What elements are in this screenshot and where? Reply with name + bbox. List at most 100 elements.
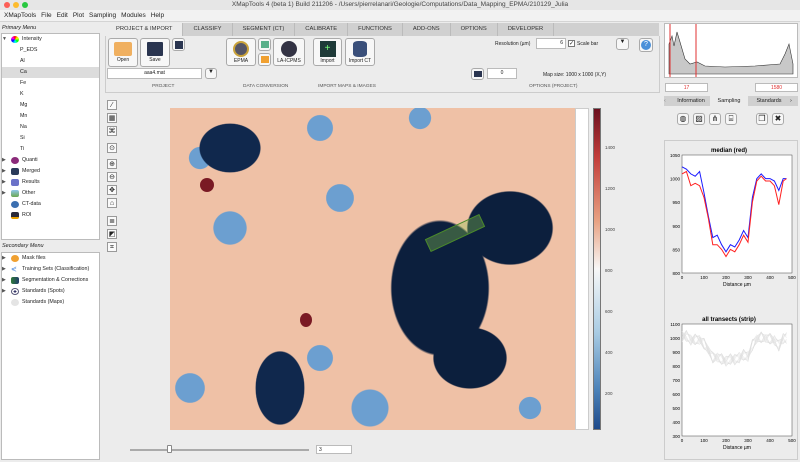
project-dropdown-button[interactable]: ▼ [205, 68, 217, 79]
image-button[interactable] [471, 68, 484, 80]
tab-calibrate[interactable]: CALIBRATE [295, 23, 349, 36]
counter-field[interactable]: 0 [487, 68, 517, 79]
tab-developer[interactable]: DEVELOPER [498, 23, 555, 36]
tab-options[interactable]: OPTIONS [451, 23, 498, 36]
intensity-map[interactable] [170, 108, 575, 430]
tab-standards[interactable]: Standards [748, 96, 790, 106]
location-pin-tool[interactable]: ⊙ [107, 143, 117, 153]
window-button[interactable]: ❐ [756, 113, 768, 125]
options-dropdown-button[interactable]: ▼ [616, 38, 629, 50]
zoom-out-tool[interactable]: ⊖ [107, 172, 117, 182]
help-button[interactable]: ? [639, 38, 653, 52]
tab-project-import[interactable]: PROJECT & IMPORT [106, 23, 184, 36]
tab-scroll-right[interactable]: › [790, 96, 798, 106]
histogram[interactable] [664, 23, 798, 78]
close-window-button[interactable] [4, 2, 10, 8]
maximize-window-button[interactable] [22, 2, 28, 8]
strip-sample-button[interactable]: ⌸ [725, 113, 737, 125]
la-icpms-button[interactable]: LA-ICPMS [273, 38, 305, 66]
slider-value-field[interactable]: 3 [316, 445, 352, 454]
import-button[interactable]: + Import [313, 38, 342, 66]
plot-title: all transects (strip) [702, 317, 756, 323]
tree-element-al[interactable]: Al [2, 56, 99, 67]
grid-select-tool[interactable]: ⌘ [107, 126, 117, 136]
save-button[interactable]: Save [140, 38, 170, 67]
transect-strip[interactable] [424, 213, 486, 253]
tree-training-sets[interactable]: ▶ ⋞ Training Sets (Classification) [2, 264, 99, 275]
circle-sample-button[interactable]: ◍ [677, 113, 689, 125]
histogram-min-field[interactable]: 17 [665, 83, 708, 92]
tree-element-p-eds[interactable]: P_EDS [2, 45, 99, 56]
right-tabs: ‹ Information Sampling Standards › [664, 96, 798, 106]
tree-other[interactable]: ▶ Other [2, 188, 99, 199]
layers-tool[interactable]: ≣ [107, 216, 117, 226]
tree-element-ti[interactable]: Ti [2, 144, 99, 155]
scale-bar-checkbox[interactable]: ✓ [568, 40, 575, 47]
import-ct-button[interactable]: Import CT [345, 38, 375, 66]
save-as-button[interactable] [172, 38, 185, 51]
tree-intensity[interactable]: ▼ Intensity [2, 34, 99, 45]
pipette-tool[interactable]: ⁄ [107, 100, 117, 110]
mask-icon [11, 255, 19, 262]
tree-results[interactable]: ▶ Results [2, 177, 99, 188]
convert-button-2[interactable] [258, 53, 271, 66]
tree-quanti[interactable]: ▶ Quanti [2, 155, 99, 166]
resolution-field[interactable]: 6 [536, 38, 566, 49]
tree-mask-files[interactable]: ▶ Mask files [2, 253, 99, 264]
tab-classify[interactable]: CLASSIFY [183, 23, 233, 36]
x-tick-label: 100 [700, 438, 708, 443]
tree-element-ca[interactable]: Ca [2, 67, 99, 78]
tree-element-k[interactable]: K [2, 89, 99, 100]
open-button[interactable]: Open [108, 38, 138, 67]
menu-modules[interactable]: Modules [121, 10, 146, 21]
zoom-in-tool[interactable]: ⊕ [107, 159, 117, 169]
tab-information[interactable]: Information [672, 96, 710, 106]
area-sample-button[interactable]: ▨ [693, 113, 705, 125]
menu-edit[interactable]: Edit [57, 10, 68, 21]
menu-xmaptools[interactable]: XMapTools [4, 10, 36, 21]
tab-scroll-left[interactable]: ‹ [664, 96, 672, 106]
tree-standards-maps[interactable]: Standards (Maps) [2, 297, 99, 308]
epma-button[interactable]: EPMA [226, 38, 256, 66]
slider-thumb[interactable] [167, 445, 173, 453]
image-icon [11, 190, 19, 197]
project-file-field[interactable]: aaa4.mat [107, 68, 202, 79]
tab-segment-ct[interactable]: SEGMENT (CT) [233, 23, 296, 36]
menu-help[interactable]: Help [151, 10, 164, 21]
histogram-max-field[interactable]: 1580 [755, 83, 798, 92]
tree-element-si[interactable]: Si [2, 133, 99, 144]
tab-sampling[interactable]: Sampling [710, 96, 748, 106]
tree-element-fe[interactable]: Fe [2, 78, 99, 89]
tree-ct-data[interactable]: CT-data [2, 199, 99, 210]
y-tick-label: 400 [672, 420, 680, 425]
x-tick-label: 300 [744, 275, 752, 280]
pan-tool[interactable]: ✥ [107, 185, 117, 195]
menu-sampling[interactable]: Sampling [89, 10, 116, 21]
save-as-icon [174, 41, 183, 49]
tree-merged[interactable]: ▶ Merged [2, 166, 99, 177]
tree-segmentation[interactable]: ▶ Segmentation & Corrections [2, 275, 99, 286]
menu-file[interactable]: File [41, 10, 51, 21]
x-tick-label: 500 [788, 438, 796, 443]
home-tool[interactable]: ⌂ [107, 198, 117, 208]
tab-functions[interactable]: FUNCTIONS [348, 23, 403, 36]
tree-element-na[interactable]: Na [2, 122, 99, 133]
strip-icon: ⌸ [728, 114, 734, 123]
layers-icon [260, 56, 269, 63]
tab-add-ons[interactable]: ADD-ONS [403, 23, 451, 36]
tree-element-mg[interactable]: Mg [2, 100, 99, 111]
path-sample-button[interactable]: ⋔ [709, 113, 721, 125]
tree-standards-spots[interactable]: ▶ Standards (Spots) [2, 286, 99, 297]
colorbar-tick: 1000 [605, 227, 616, 232]
minimize-window-button[interactable] [13, 2, 19, 8]
tree-element-mn[interactable]: Mn [2, 111, 99, 122]
tree-roi[interactable]: ROI [2, 210, 99, 221]
menu-plot[interactable]: Plot [73, 10, 84, 21]
clear-button[interactable]: ✖ [772, 113, 784, 125]
convert-button-1[interactable] [258, 38, 271, 51]
export-tool[interactable]: ◩ [107, 229, 117, 239]
slider-track[interactable] [130, 449, 309, 451]
secondary-menu-label: Secondary Menu [2, 243, 44, 249]
grid-tool[interactable]: ▦ [107, 113, 117, 123]
crop-tool[interactable]: ⌗ [107, 242, 117, 252]
